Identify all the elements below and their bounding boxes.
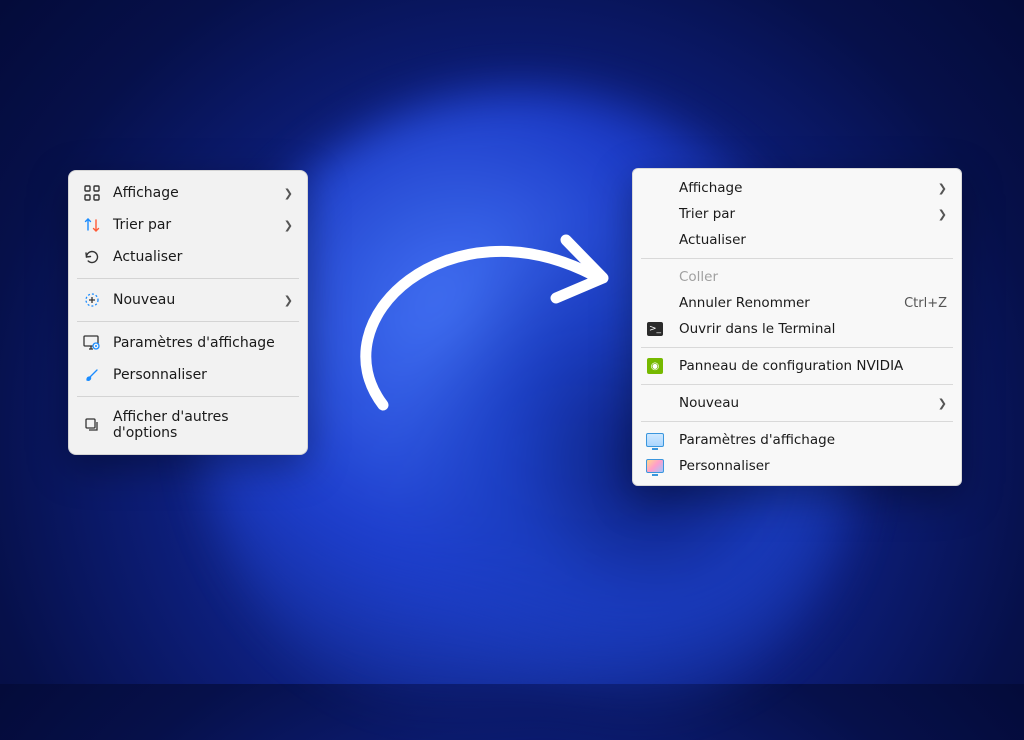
menu-item-personalize[interactable]: Personnaliser [69, 359, 307, 391]
view-grid-icon [83, 184, 101, 202]
menu-item-new[interactable]: Nouveau ❯ [69, 284, 307, 316]
menu-item-show-more-options[interactable]: Afficher d'autres d'options [69, 402, 307, 448]
personalize-icon [643, 459, 667, 473]
menu-item-view[interactable]: Affichage ❯ [69, 177, 307, 209]
personalize-brush-icon [83, 366, 101, 384]
menu-item-sort[interactable]: Trier par ❯ [69, 209, 307, 241]
menu-separator [641, 421, 953, 422]
menu-label: Affichage [113, 185, 272, 201]
chevron-right-icon: ❯ [938, 397, 947, 410]
menu-separator [641, 258, 953, 259]
menu-item-refresh[interactable]: Actualiser [69, 241, 307, 273]
keyboard-shortcut: Ctrl+Z [904, 296, 947, 311]
menu-separator [641, 347, 953, 348]
menu-label: Afficher d'autres d'options [113, 409, 293, 441]
menu-label: Actualiser [113, 249, 293, 265]
menu-label: Nouveau [113, 292, 272, 308]
refresh-icon [83, 248, 101, 266]
menu-label: Coller [679, 269, 947, 285]
menu-separator [77, 278, 299, 279]
menu-label: Affichage [679, 180, 926, 196]
menu-label: Paramètres d'affichage [113, 335, 293, 351]
sort-icon [83, 216, 101, 234]
chevron-right-icon: ❯ [938, 182, 947, 195]
menu-separator [641, 384, 953, 385]
menu-item-paste-disabled: Coller [633, 264, 961, 290]
menu-item-nvidia-panel[interactable]: ◉ Panneau de configuration NVIDIA [633, 353, 961, 379]
menu-item-undo-rename[interactable]: Annuler Renommer Ctrl+Z [633, 290, 961, 316]
terminal-icon: >_ [643, 322, 667, 336]
nvidia-icon: ◉ [643, 358, 667, 374]
win11-context-menu: Affichage ❯ Trier par ❯ Actualiser Nouve… [68, 170, 308, 455]
chevron-right-icon: ❯ [284, 187, 293, 200]
menu-label: Panneau de configuration NVIDIA [679, 358, 947, 374]
new-plus-icon [83, 291, 101, 309]
menu-label: Paramètres d'affichage [679, 432, 947, 448]
chevron-right-icon: ❯ [284, 294, 293, 307]
menu-item-sort[interactable]: Trier par ❯ [633, 201, 961, 227]
menu-item-new[interactable]: Nouveau ❯ [633, 390, 961, 416]
menu-separator [77, 396, 299, 397]
display-settings-icon [643, 433, 667, 447]
show-more-icon [83, 416, 101, 434]
menu-separator [77, 321, 299, 322]
menu-label: Nouveau [679, 395, 926, 411]
menu-item-view[interactable]: Affichage ❯ [633, 175, 961, 201]
classic-context-menu: Affichage ❯ Trier par ❯ Actualiser Colle… [632, 168, 962, 486]
menu-item-refresh[interactable]: Actualiser [633, 227, 961, 253]
menu-label: Trier par [113, 217, 272, 233]
menu-item-display-settings[interactable]: Paramètres d'affichage [633, 427, 961, 453]
menu-item-display-settings[interactable]: Paramètres d'affichage [69, 327, 307, 359]
menu-label: Ouvrir dans le Terminal [679, 321, 947, 337]
menu-label: Personnaliser [679, 458, 947, 474]
chevron-right-icon: ❯ [938, 208, 947, 221]
menu-label: Trier par [679, 206, 926, 222]
menu-label: Annuler Renommer [679, 295, 892, 311]
menu-item-open-terminal[interactable]: >_ Ouvrir dans le Terminal [633, 316, 961, 342]
display-settings-icon [83, 334, 101, 352]
chevron-right-icon: ❯ [284, 219, 293, 232]
menu-label: Actualiser [679, 232, 947, 248]
menu-label: Personnaliser [113, 367, 293, 383]
menu-item-personalize[interactable]: Personnaliser [633, 453, 961, 479]
